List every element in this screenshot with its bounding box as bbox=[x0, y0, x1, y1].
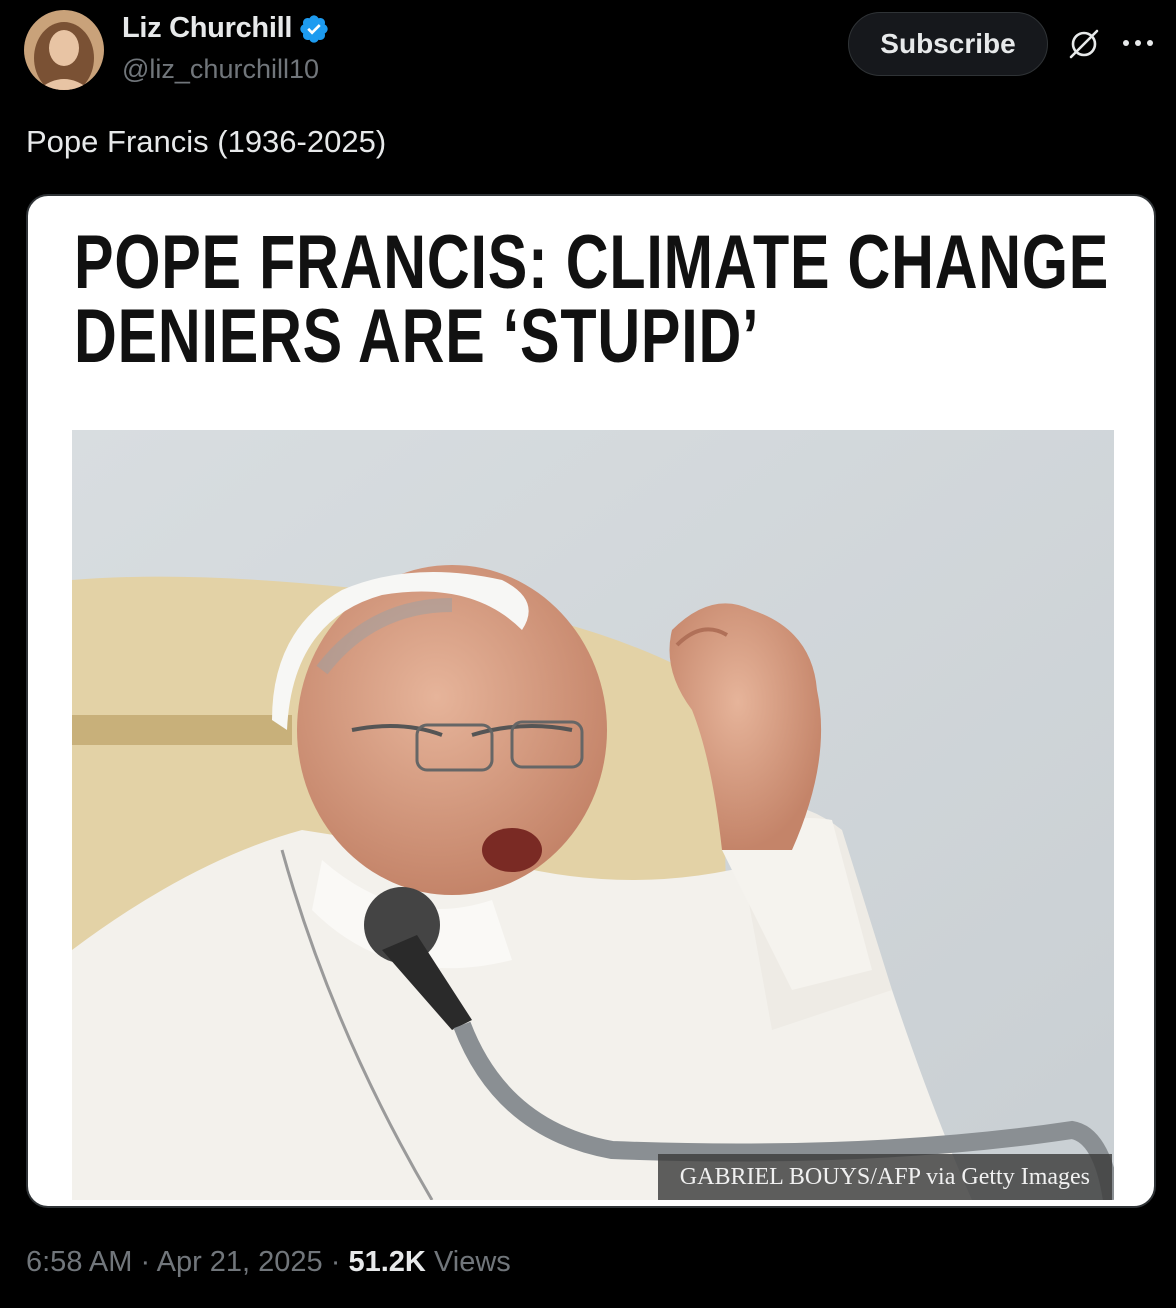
views-label: Views bbox=[433, 1246, 511, 1278]
headline-line-1: POPE FRANCIS: CLIMATE CHANGE bbox=[74, 220, 1110, 305]
media-headline: POPE FRANCIS: CLIMATE CHANGE DENIERS ARE… bbox=[74, 220, 1110, 379]
tweet-meta: 6:58 AM · Apr 21, 2025 · 51.2K Views bbox=[26, 1246, 511, 1279]
meta-separator: · bbox=[330, 1246, 341, 1278]
meta-separator: · bbox=[140, 1246, 151, 1278]
tweet-date[interactable]: Apr 21, 2025 bbox=[157, 1246, 323, 1278]
tweet-header: Liz Churchill @liz_churchill10 Subscribe bbox=[0, 0, 1176, 110]
verified-badge-icon bbox=[300, 14, 328, 43]
author-handle[interactable]: @liz_churchill10 bbox=[122, 54, 319, 85]
more-icon[interactable] bbox=[1118, 28, 1158, 58]
tweet-text: Pope Francis (1936-2025) bbox=[26, 124, 387, 159]
headline-line-2: DENIERS ARE ‘STUPID’ bbox=[74, 294, 760, 379]
subscribe-button[interactable]: Subscribe bbox=[848, 12, 1048, 76]
media-photo bbox=[72, 430, 1114, 1200]
grok-icon[interactable] bbox=[1066, 26, 1102, 62]
views-count[interactable]: 51.2K bbox=[348, 1246, 425, 1278]
author-name-row: Liz Churchill bbox=[122, 12, 330, 45]
avatar[interactable] bbox=[24, 10, 104, 90]
photo-credit: GABRIEL BOUYS/AFP via Getty Images bbox=[657, 1154, 1112, 1200]
tweet-time[interactable]: 6:58 AM bbox=[26, 1246, 132, 1278]
tweet-media[interactable]: POPE FRANCIS: CLIMATE CHANGE DENIERS ARE… bbox=[26, 194, 1156, 1208]
author-display-name[interactable]: Liz Churchill bbox=[122, 12, 292, 45]
